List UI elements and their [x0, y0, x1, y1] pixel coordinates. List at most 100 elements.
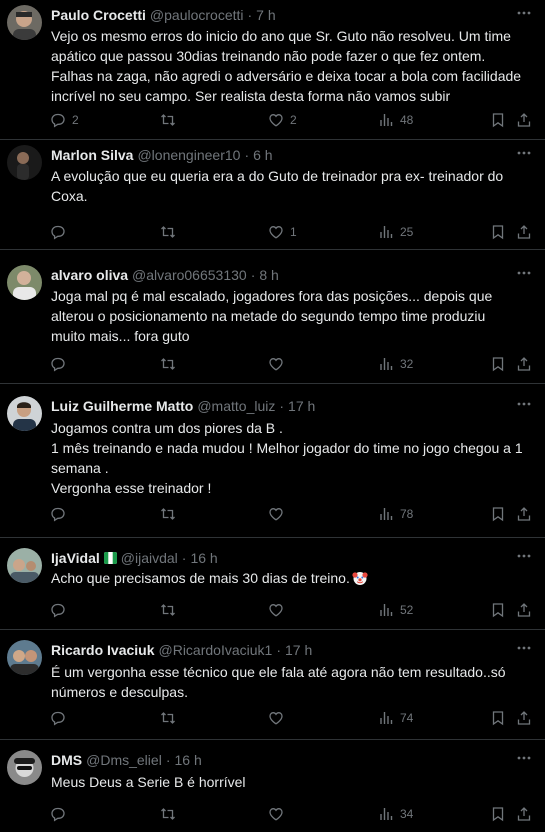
tweet[interactable]: Ricardo Ivaciuk @RicardoIvaciuk1 · 17 h …	[0, 630, 545, 740]
reply-button[interactable]: 2	[50, 110, 79, 130]
bookmark-button[interactable]	[490, 804, 506, 824]
author-name[interactable]: IjaVidal	[51, 549, 100, 567]
bookmark-button[interactable]	[490, 354, 506, 374]
like-button[interactable]	[268, 354, 290, 374]
reply-button[interactable]	[50, 504, 72, 524]
author-name[interactable]: Luiz Guilherme Matto	[51, 397, 193, 415]
avatar[interactable]	[7, 265, 42, 300]
author-name[interactable]: Ricardo Ivaciuk	[51, 641, 155, 659]
views-button[interactable]: 48	[378, 110, 413, 130]
views-button[interactable]: 32	[378, 354, 413, 374]
views-bar-chart-icon	[380, 508, 393, 520]
more-options-icon[interactable]	[516, 548, 532, 564]
views-button[interactable]: 74	[378, 708, 413, 728]
bookmark-icon	[492, 507, 504, 522]
avatar[interactable]	[7, 640, 42, 675]
author-handle[interactable]: @ijaivdal	[121, 549, 178, 567]
retweet-button[interactable]	[160, 504, 182, 524]
bookmark-icon	[492, 603, 504, 618]
author-name[interactable]: Paulo Crocetti	[51, 6, 146, 24]
like-button[interactable]	[268, 600, 290, 620]
timestamp[interactable]: 6 h	[253, 146, 272, 164]
timestamp[interactable]: 17 h	[288, 397, 315, 415]
more-options-icon[interactable]	[516, 145, 532, 161]
more-options-icon[interactable]	[516, 640, 532, 656]
avatar[interactable]	[7, 548, 42, 583]
bookmark-button[interactable]	[490, 600, 506, 620]
heart-icon	[269, 712, 283, 725]
retweet-button[interactable]	[160, 600, 182, 620]
tweet[interactable]: Paulo Crocetti @paulocrocetti · 7 h Vejo…	[0, 0, 545, 140]
tweet[interactable]: Marlon Silva @lonengineer10 · 6 h A evol…	[0, 140, 545, 250]
author-name[interactable]: DMS	[51, 751, 82, 769]
author-handle[interactable]: @alvaro06653130	[132, 266, 247, 284]
tweet[interactable]: IjaVidal @ijaivdal · 16 h Acho que preci…	[0, 538, 545, 630]
share-button[interactable]	[516, 110, 532, 130]
reply-button[interactable]	[50, 354, 72, 374]
views-button[interactable]: 25	[378, 222, 413, 242]
action-bar: 1 25	[44, 222, 539, 242]
timestamp[interactable]: 7 h	[256, 6, 275, 24]
like-button[interactable]: 1	[268, 222, 297, 242]
more-options-icon[interactable]	[516, 5, 532, 21]
bookmark-icon	[492, 807, 504, 822]
more-options-icon[interactable]	[516, 750, 532, 766]
like-button[interactable]	[268, 804, 290, 824]
reply-bubble-icon	[51, 603, 65, 618]
share-button[interactable]	[516, 504, 532, 524]
tweet[interactable]: DMS @Dms_eliel · 16 h Meus Deus a Serie …	[0, 740, 545, 832]
share-button[interactable]	[516, 708, 532, 728]
share-button[interactable]	[516, 354, 532, 374]
like-button[interactable]	[268, 504, 290, 524]
views-button[interactable]: 52	[378, 600, 413, 620]
avatar[interactable]	[7, 750, 42, 785]
bookmark-button[interactable]	[490, 708, 506, 728]
share-button[interactable]	[516, 804, 532, 824]
reply-button[interactable]	[50, 600, 72, 620]
bookmark-icon	[492, 357, 504, 372]
retweet-button[interactable]	[160, 804, 182, 824]
like-button[interactable]	[268, 708, 290, 728]
bookmark-icon	[492, 711, 504, 726]
author-handle[interactable]: @RicardoIvaciuk1	[159, 641, 273, 659]
retweet-button[interactable]	[160, 110, 182, 130]
view-count: 32	[400, 357, 414, 371]
share-button[interactable]	[516, 600, 532, 620]
timestamp[interactable]: 16 h	[174, 751, 201, 769]
bookmark-button[interactable]	[490, 222, 506, 242]
views-button[interactable]: 78	[378, 504, 413, 524]
retweet-button[interactable]	[160, 708, 182, 728]
action-bar: 2 2 48	[44, 110, 539, 130]
views-button[interactable]: 34	[378, 804, 413, 824]
more-options-icon[interactable]	[516, 396, 532, 412]
author-name[interactable]: alvaro oliva	[51, 266, 128, 284]
separator-dot: ·	[244, 147, 250, 163]
avatar[interactable]	[7, 5, 42, 40]
avatar[interactable]	[7, 145, 42, 180]
retweet-button[interactable]	[160, 222, 182, 242]
separator-dot: ·	[165, 752, 171, 768]
retweet-icon	[161, 226, 175, 238]
author-handle[interactable]: @paulocrocetti	[150, 6, 244, 24]
tweet[interactable]: alvaro oliva @alvaro06653130 · 8 h Joga …	[0, 250, 545, 384]
reply-button[interactable]	[50, 222, 72, 242]
retweet-icon	[161, 358, 175, 370]
timestamp[interactable]: 17 h	[285, 641, 312, 659]
reply-button[interactable]	[50, 708, 72, 728]
share-button[interactable]	[516, 222, 532, 242]
bookmark-button[interactable]	[490, 504, 506, 524]
timestamp[interactable]: 8 h	[259, 266, 278, 284]
timestamp[interactable]: 16 h	[190, 549, 217, 567]
retweet-button[interactable]	[160, 354, 182, 374]
author-handle[interactable]: @matto_luiz	[197, 397, 275, 415]
like-button[interactable]: 2	[268, 110, 297, 130]
bookmark-button[interactable]	[490, 110, 506, 130]
avatar[interactable]	[7, 396, 42, 431]
reply-button[interactable]	[50, 804, 72, 824]
more-options-icon[interactable]	[516, 265, 532, 281]
author-handle[interactable]: @lonengineer10	[137, 146, 240, 164]
separator-dot: ·	[250, 267, 256, 283]
author-name[interactable]: Marlon Silva	[51, 146, 133, 164]
tweet[interactable]: Luiz Guilherme Matto @matto_luiz · 17 h …	[0, 384, 545, 538]
author-handle[interactable]: @Dms_eliel	[86, 751, 162, 769]
